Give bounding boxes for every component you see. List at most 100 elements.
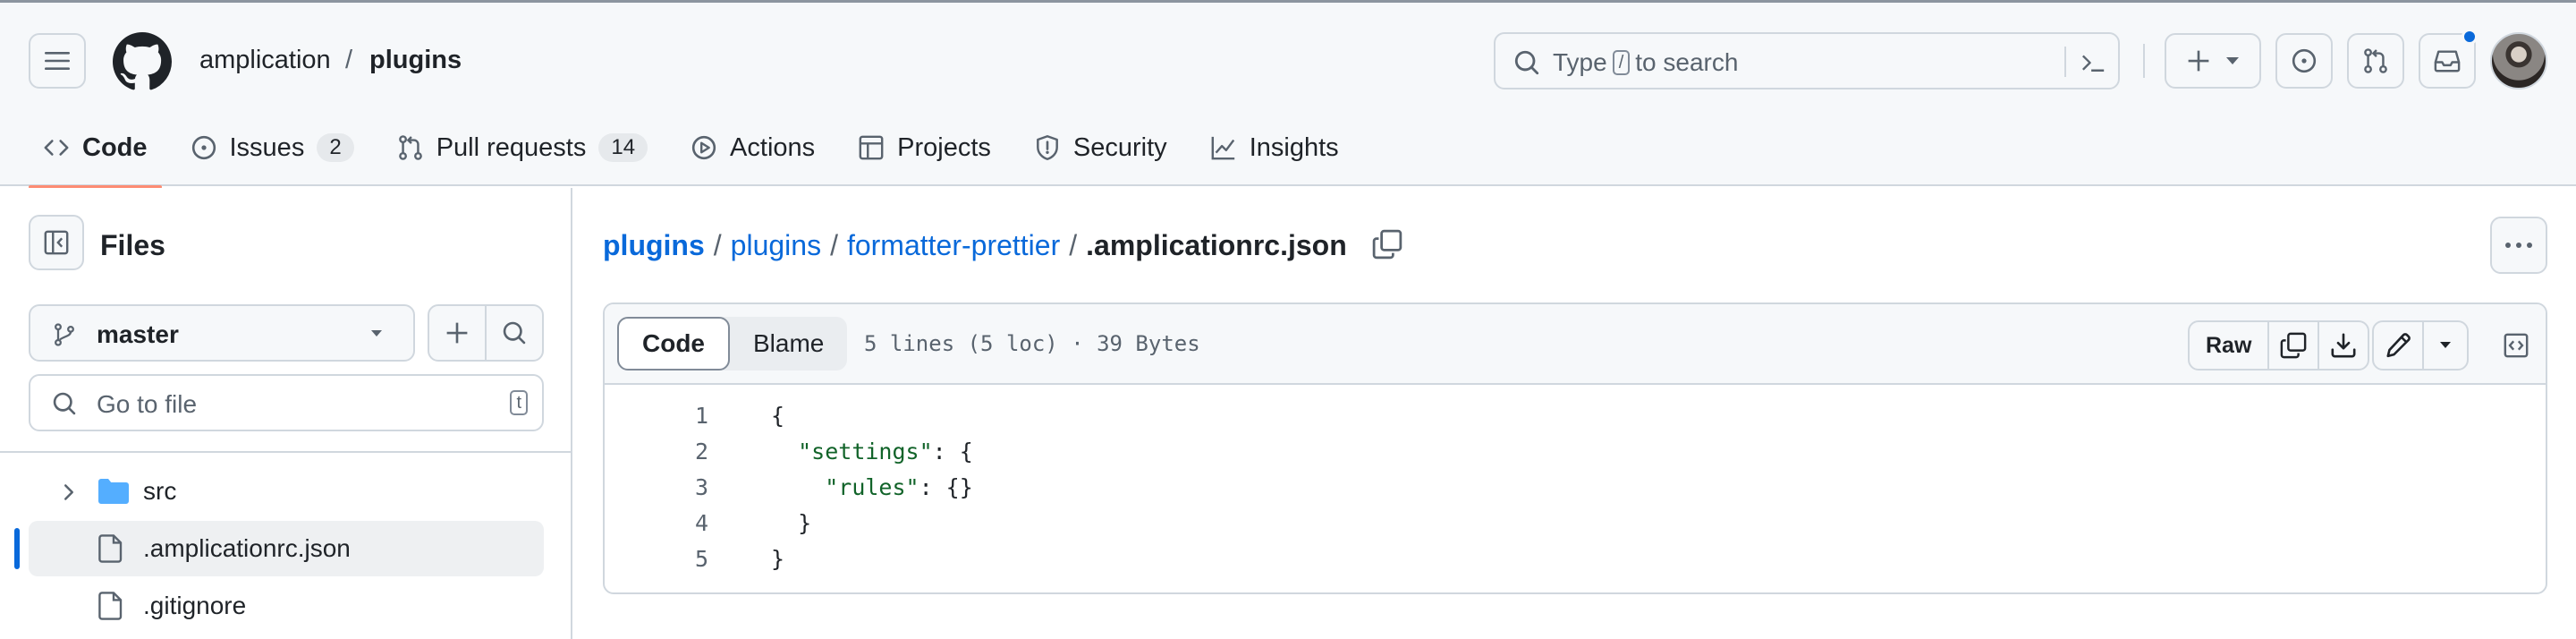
- line-number[interactable]: 1: [605, 403, 708, 429]
- breadcrumb-repo-link[interactable]: plugins: [603, 229, 705, 262]
- copy-path-icon[interactable]: [1372, 229, 1402, 260]
- go-to-file-shortcut: t: [510, 390, 528, 415]
- menu-button[interactable]: [29, 33, 86, 89]
- blame-view-button[interactable]: Blame: [730, 317, 847, 371]
- shield-icon: [1037, 135, 1058, 160]
- search-code-button[interactable]: [487, 306, 542, 360]
- user-avatar[interactable]: [2490, 32, 2547, 89]
- tree-item-gitignore[interactable]: .gitignore: [29, 578, 544, 634]
- search-divider: [2064, 47, 2066, 77]
- tab-issues[interactable]: Issues 2: [176, 117, 369, 178]
- file-icon: [98, 534, 123, 563]
- line-number[interactable]: 4: [605, 510, 708, 536]
- line-content: {: [771, 403, 785, 429]
- line-content: "rules": {}: [771, 474, 973, 500]
- edit-options-dropdown[interactable]: [2424, 322, 2467, 369]
- issue-icon: [191, 135, 216, 160]
- pull-request-icon: [398, 135, 422, 160]
- owner-link[interactable]: amplication: [199, 46, 331, 75]
- tree-item-label: .amplicationrc.json: [143, 534, 351, 562]
- json-key: "settings": [798, 439, 933, 464]
- tab-actions-label: Actions: [730, 132, 816, 162]
- issues-icon: [2292, 48, 2317, 73]
- branch-name: master: [97, 320, 179, 348]
- line-content: "settings": {: [771, 439, 973, 464]
- raw-button[interactable]: Raw: [2190, 322, 2267, 369]
- line-number[interactable]: 2: [605, 439, 708, 464]
- edit-actions-group: [2372, 320, 2469, 371]
- tab-projects[interactable]: Projects: [843, 117, 1005, 178]
- pencil-icon: [2386, 333, 2411, 358]
- pull-requests-counter: 14: [598, 133, 648, 162]
- search-prefix: Type: [1553, 48, 1607, 76]
- code-line: 4 }: [605, 505, 2546, 541]
- edit-file-button[interactable]: [2374, 322, 2422, 369]
- your-issues-button[interactable]: [2275, 33, 2333, 89]
- issues-counter: 2: [317, 133, 354, 162]
- tab-pull-requests[interactable]: Pull requests 14: [383, 117, 662, 178]
- breadcrumb-separator: /: [830, 229, 838, 261]
- more-options-button[interactable]: [2490, 217, 2547, 274]
- tab-insights[interactable]: Insights: [1196, 117, 1353, 178]
- collapse-sidebar-button[interactable]: [29, 215, 84, 270]
- folder-icon: [98, 479, 129, 504]
- repo-link[interactable]: plugins: [369, 46, 462, 75]
- copy-raw-button[interactable]: [2269, 322, 2318, 369]
- json-key: "rules": [825, 474, 919, 500]
- tab-code[interactable]: Code: [29, 117, 162, 189]
- copy-icon: [2281, 332, 2307, 359]
- play-icon: [691, 135, 716, 160]
- file-tree-sidebar: Files master Go to file t src .amplicati…: [0, 188, 572, 639]
- inbox-icon: [2434, 50, 2461, 72]
- json-punct: : {: [932, 439, 973, 464]
- search-suffix: to search: [1635, 48, 1739, 76]
- go-to-file-placeholder: Go to file: [97, 390, 198, 418]
- go-to-file-input[interactable]: Go to file t: [29, 374, 544, 431]
- tab-security-label: Security: [1072, 132, 1167, 162]
- active-item-indicator: [14, 528, 20, 569]
- code-line: 2 "settings": {: [605, 433, 2546, 469]
- tab-actions[interactable]: Actions: [676, 117, 829, 178]
- search-input[interactable]: Type / to search: [1494, 32, 2120, 89]
- code-view-button[interactable]: Code: [617, 317, 730, 371]
- tab-code-label: Code: [82, 132, 148, 162]
- graph-icon: [1211, 136, 1234, 160]
- download-raw-button[interactable]: [2319, 322, 2368, 369]
- search-placeholder: Type / to search: [1553, 48, 1738, 77]
- line-number[interactable]: 3: [605, 474, 708, 500]
- caret-down-icon: [371, 330, 382, 337]
- line-number[interactable]: 5: [605, 546, 708, 572]
- notification-indicator: [2462, 29, 2478, 45]
- branch-selector[interactable]: master: [29, 304, 415, 362]
- hamburger-icon: [45, 52, 70, 70]
- download-icon: [2331, 333, 2356, 358]
- github-logo-icon[interactable]: [113, 32, 172, 91]
- tree-item-src[interactable]: src: [29, 464, 544, 519]
- raw-actions-group: Raw: [2188, 320, 2370, 371]
- search-shortcut-key: /: [1612, 50, 1631, 75]
- add-file-button[interactable]: [429, 306, 485, 360]
- your-pull-requests-button[interactable]: [2347, 33, 2404, 89]
- tab-security[interactable]: Security: [1020, 117, 1182, 178]
- file-viewer: Code Blame 5 lines (5 loc) · 39 Bytes Ra…: [603, 302, 2547, 594]
- command-palette-icon[interactable]: [2079, 49, 2107, 76]
- symbols-panel-button[interactable]: [2496, 320, 2537, 371]
- code-line: 5 }: [605, 541, 2546, 576]
- code-line: 3 "rules": {}: [605, 469, 2546, 505]
- plus-icon: [446, 322, 468, 344]
- line-content: }: [771, 510, 812, 536]
- code-icon: [44, 140, 69, 156]
- current-file-name: .amplicationrc.json: [1086, 229, 1347, 261]
- caret-down-icon: [2226, 57, 2239, 64]
- breadcrumb-folder-link[interactable]: formatter-prettier: [847, 229, 1060, 262]
- create-new-button[interactable]: [2165, 33, 2261, 89]
- chevron-right-icon[interactable]: [63, 483, 75, 501]
- tab-pull-requests-label: Pull requests: [436, 132, 587, 162]
- breadcrumb-separator: /: [345, 46, 353, 74]
- plus-icon: [2188, 50, 2209, 72]
- caret-down-icon: [2440, 342, 2451, 348]
- tree-item-amplicationrc[interactable]: .amplicationrc.json: [29, 521, 544, 576]
- breadcrumb-separator: /: [713, 229, 722, 261]
- breadcrumb-folder-link[interactable]: plugins: [731, 229, 821, 262]
- tab-insights-label: Insights: [1249, 132, 1339, 162]
